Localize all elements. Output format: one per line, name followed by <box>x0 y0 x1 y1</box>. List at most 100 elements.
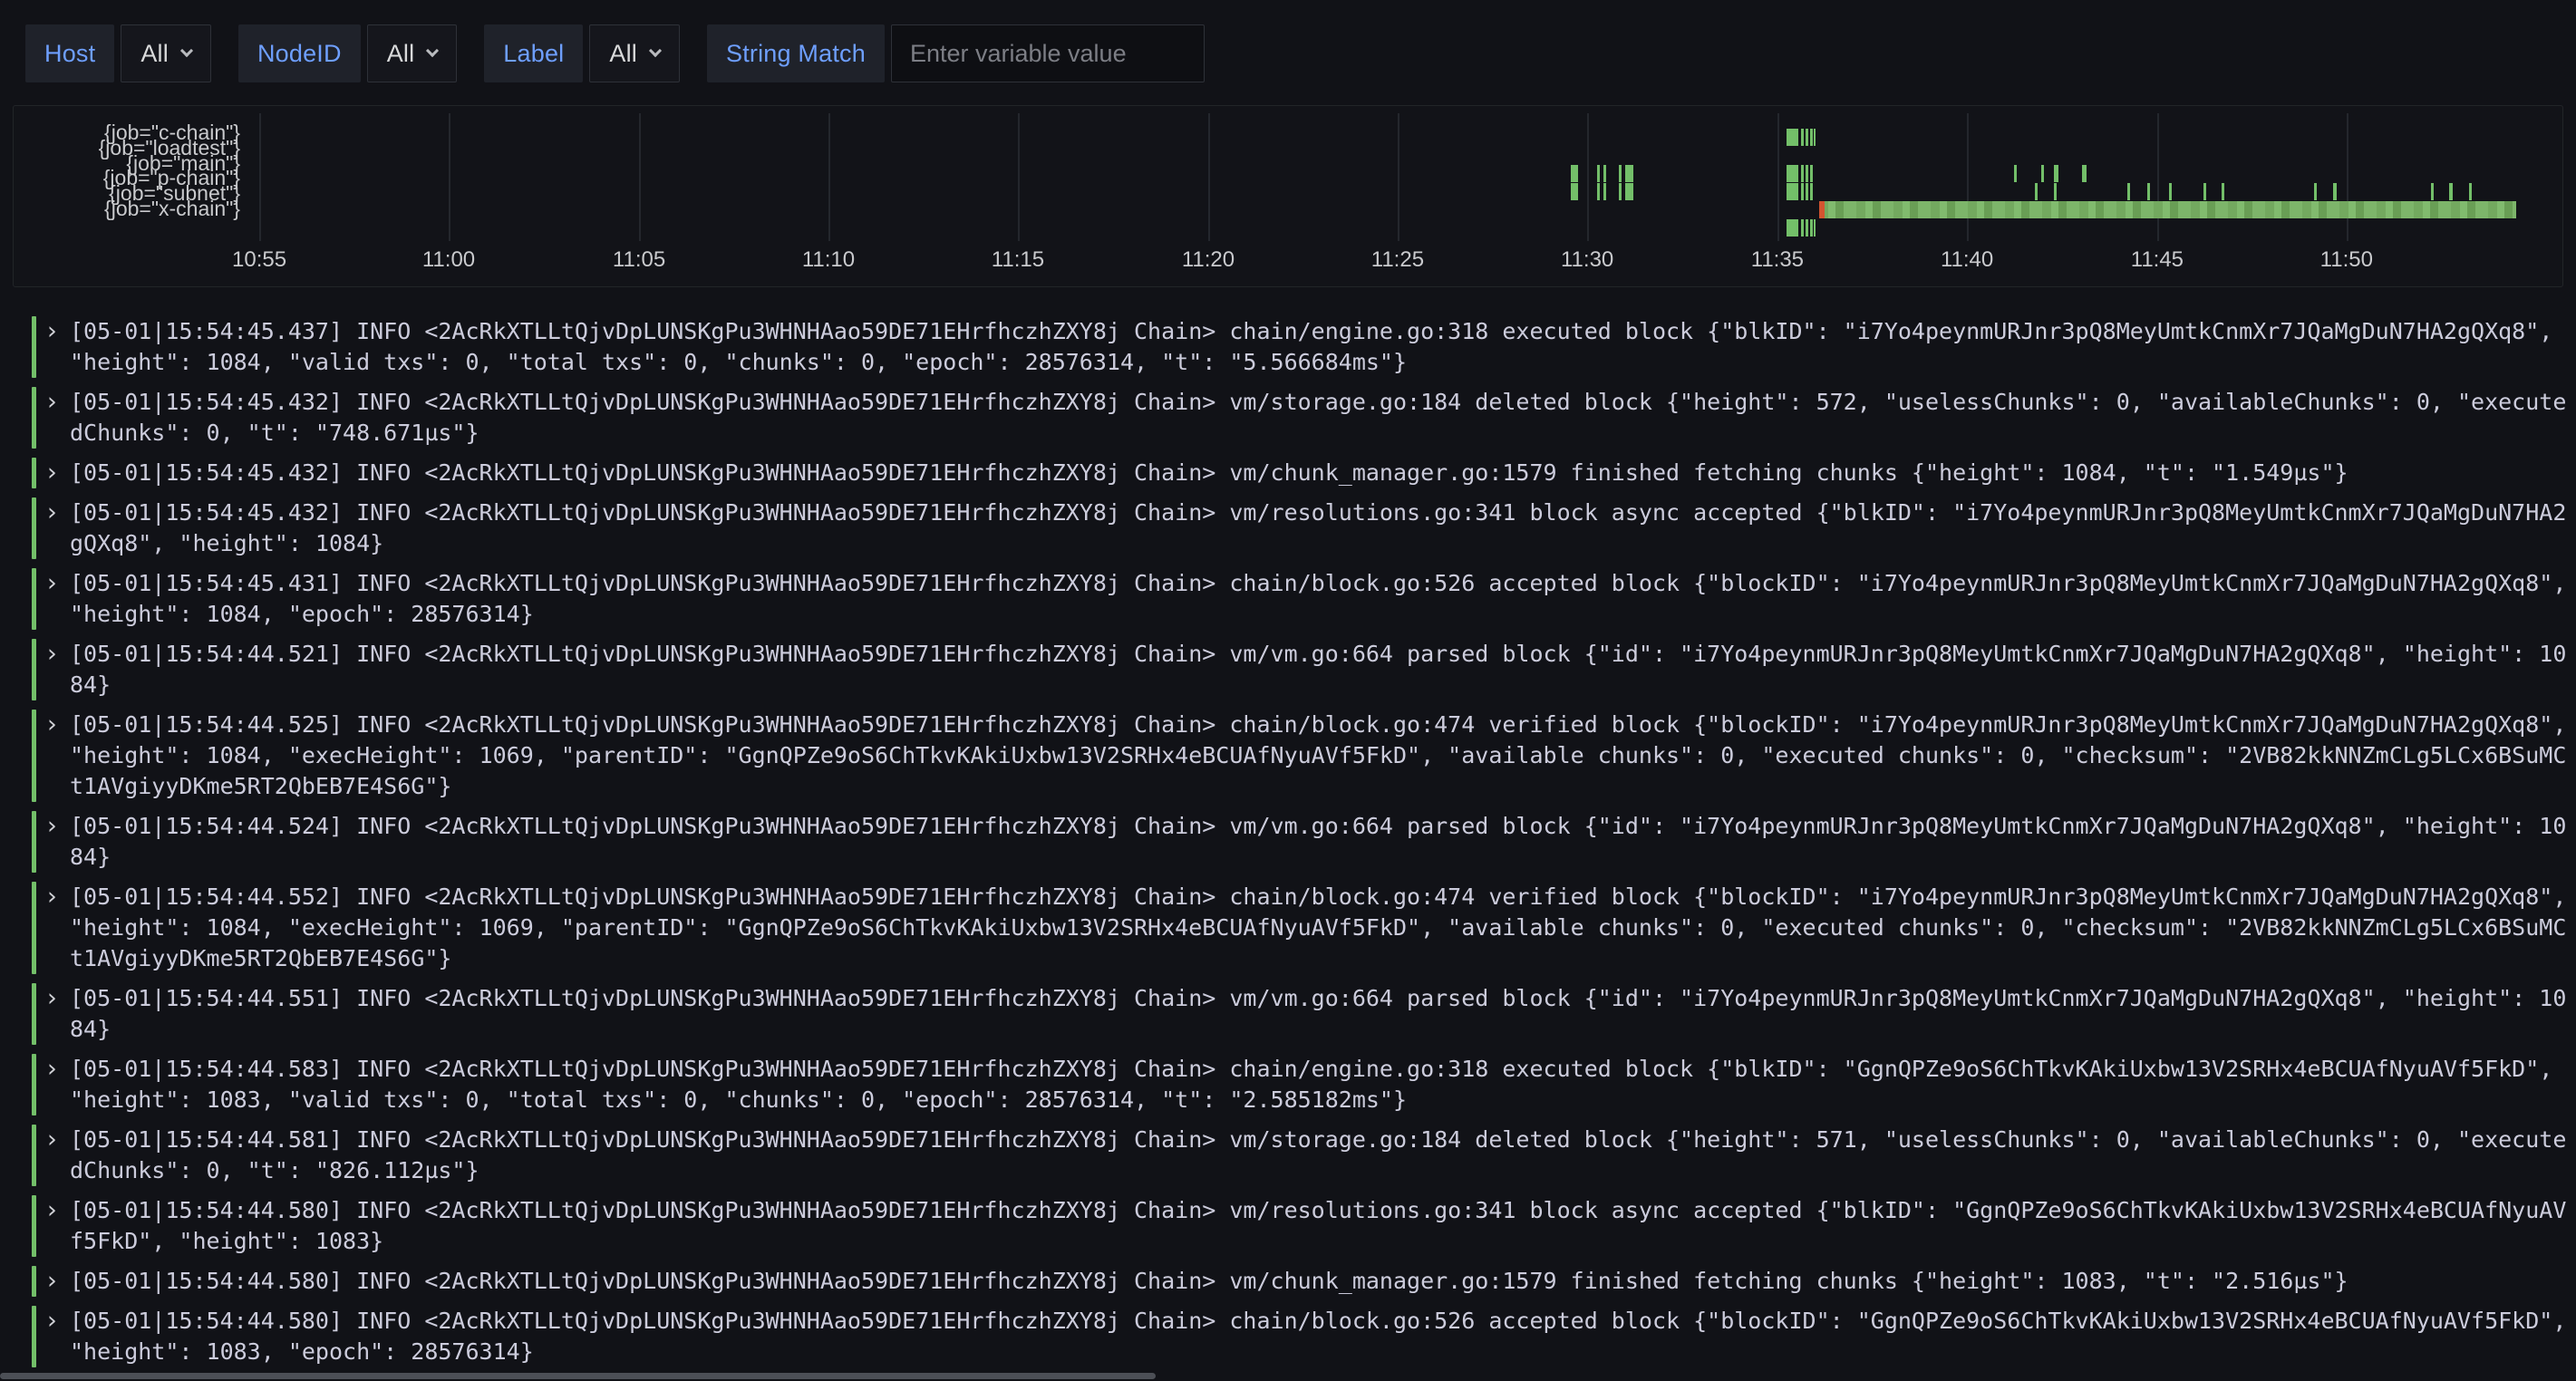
log-row[interactable]: ›[05-01|15:54:45.431] INFO <2AcRkXTLLtQj… <box>32 564 2576 634</box>
log-row[interactable]: ›[05-01|15:54:45.437] INFO <2AcRkXTLLtQj… <box>32 312 2576 382</box>
log-level-indicator <box>32 882 36 974</box>
volume-segment <box>1787 165 1798 182</box>
log-message: [05-01|15:54:44.521] INFO <2AcRkXTLLtQjv… <box>70 639 2568 700</box>
expand-chevron-icon[interactable]: › <box>44 1195 64 1257</box>
chevron-down-icon <box>426 43 439 56</box>
volume-segment <box>1810 183 1813 200</box>
log-level-indicator <box>32 1125 36 1186</box>
log-level-indicator <box>32 568 36 630</box>
label-variable-label: Label <box>484 24 583 82</box>
time-tick-label: 11:00 <box>422 247 475 273</box>
expand-chevron-icon[interactable]: › <box>44 387 64 449</box>
nodeid-variable-select[interactable]: All <box>367 24 458 82</box>
volume-segment <box>2222 183 2224 200</box>
label-variable-select[interactable]: All <box>589 24 680 82</box>
log-row[interactable]: ›[05-01|15:54:44.583] INFO <2AcRkXTLLtQj… <box>32 1049 2576 1120</box>
expand-chevron-icon[interactable]: › <box>44 568 64 630</box>
expand-chevron-icon[interactable]: › <box>44 1306 64 1367</box>
volume-segment <box>1597 165 1600 182</box>
log-message: [05-01|15:54:44.552] INFO <2AcRkXTLLtQjv… <box>70 882 2568 974</box>
volume-segment <box>1806 183 1808 200</box>
log-level-indicator <box>32 811 36 873</box>
log-message: [05-01|15:54:44.524] INFO <2AcRkXTLLtQjv… <box>70 811 2568 873</box>
log-row[interactable]: ›[05-01|15:54:44.551] INFO <2AcRkXTLLtQj… <box>32 979 2576 1049</box>
volume-segment <box>2014 165 2017 182</box>
log-row[interactable]: ›[05-01|15:54:44.580] INFO <2AcRkXTLLtQj… <box>32 1191 2576 1261</box>
variable-group-label: Label All <box>484 24 680 82</box>
log-row[interactable]: ›[05-01|15:54:45.432] INFO <2AcRkXTLLtQj… <box>32 493 2576 564</box>
log-row[interactable]: ›[05-01|15:54:44.524] INFO <2AcRkXTLLtQj… <box>32 806 2576 877</box>
volume-segment <box>1801 183 1804 200</box>
log-message: [05-01|15:54:45.432] INFO <2AcRkXTLLtQjv… <box>70 458 2568 488</box>
time-tick-label: 11:15 <box>992 247 1044 273</box>
host-variable-select[interactable]: All <box>121 24 211 82</box>
variable-group-nodeid: NodeID All <box>238 24 457 82</box>
volume-segment <box>1801 219 1804 237</box>
log-message: [05-01|15:54:44.580] INFO <2AcRkXTLLtQjv… <box>70 1195 2568 1257</box>
log-row[interactable]: ›[05-01|15:54:45.432] INFO <2AcRkXTLLtQj… <box>32 382 2576 453</box>
expand-chevron-icon[interactable]: › <box>44 1054 64 1115</box>
log-level-indicator <box>32 497 36 559</box>
log-list: ›[05-01|15:54:45.437] INFO <2AcRkXTLLtQj… <box>0 312 2576 1372</box>
label-variable-value: All <box>609 40 637 68</box>
volume-segment <box>1787 183 1798 200</box>
log-row[interactable]: ›[05-01|15:54:44.581] INFO <2AcRkXTLLtQj… <box>32 1120 2576 1191</box>
log-level-indicator <box>32 1306 36 1367</box>
expand-chevron-icon[interactable]: › <box>44 316 64 378</box>
chevron-down-icon <box>649 43 662 56</box>
volume-segment <box>2054 183 2057 200</box>
volume-segment <box>1787 129 1798 146</box>
time-tick-label: 11:10 <box>802 247 855 273</box>
expand-chevron-icon[interactable]: › <box>44 497 64 559</box>
volume-segment <box>2333 183 2337 200</box>
volume-segment <box>1787 219 1798 237</box>
volume-segment <box>2431 183 2434 200</box>
log-row[interactable]: ›[05-01|15:54:45.432] INFO <2AcRkXTLLtQj… <box>32 453 2576 493</box>
expand-chevron-icon[interactable]: › <box>44 1125 64 1186</box>
volume-segment <box>1814 219 1816 237</box>
log-volume-panel[interactable]: 10:5511:0011:0511:1011:1511:2011:2511:30… <box>13 105 2563 287</box>
horizontal-scrollbar-thumb[interactable] <box>0 1373 1156 1379</box>
expand-chevron-icon[interactable]: › <box>44 639 64 700</box>
volume-legend: {job="c-chain"}{job="loadtest"}{job="mai… <box>30 125 240 217</box>
log-row[interactable]: ›[05-01|15:54:44.525] INFO <2AcRkXTLLtQj… <box>32 705 2576 806</box>
time-tick-label: 11:35 <box>1751 247 1804 273</box>
volume-segment <box>1625 183 1633 200</box>
log-level-indicator <box>32 710 36 802</box>
variables-toolbar: Host All NodeID All Label All String Mat… <box>0 0 2576 82</box>
log-level-indicator <box>32 387 36 449</box>
volume-segment <box>2314 183 2317 200</box>
expand-chevron-icon[interactable]: › <box>44 983 64 1045</box>
log-message: [05-01|15:54:44.581] INFO <2AcRkXTLLtQjv… <box>70 1125 2568 1186</box>
log-message: [05-01|15:54:44.551] INFO <2AcRkXTLLtQjv… <box>70 983 2568 1045</box>
log-row[interactable]: ›[05-01|15:54:44.552] INFO <2AcRkXTLLtQj… <box>32 877 2576 979</box>
volume-segment <box>1806 129 1808 146</box>
log-message: [05-01|15:54:44.580] INFO <2AcRkXTLLtQjv… <box>70 1306 2568 1367</box>
log-level-indicator <box>32 639 36 700</box>
time-tick-label: 11:05 <box>613 247 665 273</box>
nodeid-variable-value: All <box>387 40 415 68</box>
log-row[interactable]: ›[05-01|15:54:44.580] INFO <2AcRkXTLLtQj… <box>32 1261 2576 1301</box>
expand-chevron-icon[interactable]: › <box>44 882 64 974</box>
log-row[interactable]: ›[05-01|15:54:44.521] INFO <2AcRkXTLLtQj… <box>32 634 2576 705</box>
series-label[interactable]: {job="x-chain"} <box>30 201 240 217</box>
volume-segment <box>2147 183 2150 200</box>
log-message: [05-01|15:54:45.437] INFO <2AcRkXTLLtQjv… <box>70 316 2568 378</box>
string-match-input[interactable] <box>891 24 1205 82</box>
volume-segment <box>1806 165 1808 182</box>
nodeid-variable-label: NodeID <box>238 24 361 82</box>
expand-chevron-icon[interactable]: › <box>44 811 64 873</box>
log-row[interactable]: ›[05-01|15:54:44.580] INFO <2AcRkXTLLtQj… <box>32 1301 2576 1372</box>
volume-segment <box>2054 165 2058 182</box>
volume-segment <box>2169 183 2172 200</box>
log-level-indicator <box>32 316 36 378</box>
time-tick-label: 11:20 <box>1182 247 1235 273</box>
host-variable-value: All <box>140 40 169 68</box>
chevron-down-icon <box>180 43 193 56</box>
expand-chevron-icon[interactable]: › <box>44 458 64 488</box>
expand-chevron-icon[interactable]: › <box>44 1266 64 1297</box>
volume-segment <box>1814 129 1816 146</box>
volume-segment <box>1819 201 2516 218</box>
log-level-indicator <box>32 1054 36 1115</box>
expand-chevron-icon[interactable]: › <box>44 710 64 802</box>
